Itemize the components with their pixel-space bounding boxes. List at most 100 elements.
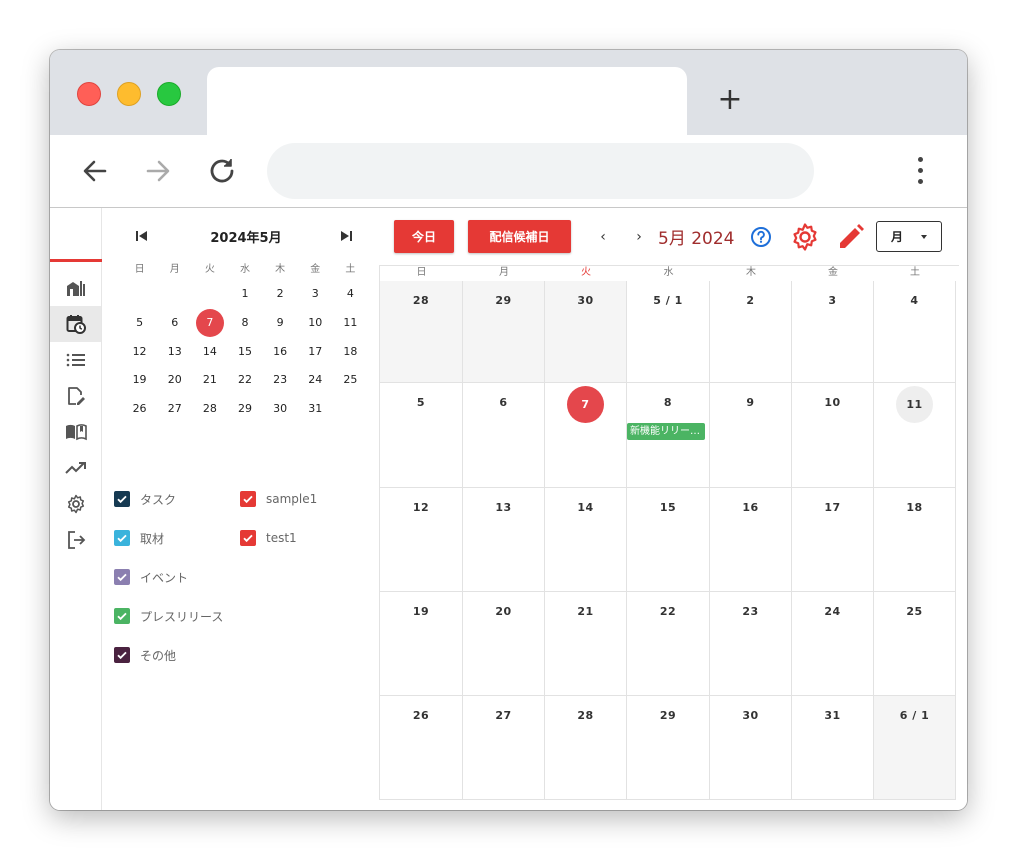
mini-calendar-day[interactable]: 1 — [227, 280, 262, 308]
day-cell[interactable]: 12 — [380, 488, 463, 592]
mini-calendar-day[interactable]: 15 — [227, 338, 262, 366]
day-cell[interactable]: 19 — [380, 592, 463, 696]
day-cell[interactable]: 26 — [380, 696, 463, 800]
day-cell[interactable]: 29 — [627, 696, 710, 800]
day-cell[interactable]: 5 — [380, 383, 463, 488]
view-select[interactable]: 月 — [876, 221, 942, 252]
next-month-button[interactable]: › — [630, 228, 648, 246]
mini-calendar-day[interactable]: 30 — [263, 395, 298, 423]
day-cell[interactable]: 17 — [792, 488, 874, 592]
new-tab-button[interactable]: + — [716, 85, 744, 115]
close-window-button[interactable] — [77, 82, 101, 106]
prev-month-button[interactable]: ‹ — [594, 228, 612, 246]
edit-button[interactable] — [836, 222, 866, 252]
mini-calendar-day[interactable]: 25 — [333, 366, 368, 394]
filter-checkbox[interactable] — [240, 530, 256, 546]
mini-calendar-day[interactable]: 3 — [298, 280, 333, 308]
day-cell[interactable]: 16 — [710, 488, 792, 592]
mini-calendar-day[interactable]: 4 — [333, 280, 368, 308]
mini-calendar-day[interactable]: 19 — [122, 366, 157, 394]
mini-calendar-day[interactable]: 10 — [298, 309, 333, 337]
mini-calendar-day[interactable]: 18 — [333, 338, 368, 366]
day-cell[interactable]: 28 — [545, 696, 627, 800]
reload-button[interactable] — [205, 153, 241, 189]
mini-calendar-next-button[interactable] — [336, 227, 356, 245]
filter-checkbox[interactable] — [240, 491, 256, 507]
mini-calendar-day[interactable]: 5 — [122, 309, 157, 337]
mini-calendar-day[interactable]: 12 — [122, 338, 157, 366]
help-button[interactable] — [750, 226, 772, 248]
back-button[interactable] — [77, 153, 113, 189]
mini-calendar-prev-button[interactable] — [132, 227, 152, 245]
day-cell[interactable]: 7 — [545, 383, 627, 488]
day-cell[interactable]: 25 — [874, 592, 956, 696]
day-cell[interactable]: 30 — [710, 696, 792, 800]
filter-checkbox[interactable] — [114, 530, 130, 546]
mini-calendar-day[interactable]: 27 — [157, 395, 192, 423]
day-cell[interactable]: 22 — [627, 592, 710, 696]
mini-calendar-day[interactable]: 13 — [157, 338, 192, 366]
mini-calendar-day[interactable]: 23 — [263, 366, 298, 394]
filter-item[interactable]: その他 — [114, 645, 176, 665]
day-cell[interactable]: 6 — [463, 383, 545, 488]
mini-calendar-day[interactable]: 9 — [263, 309, 298, 337]
mini-calendar-day[interactable]: 29 — [227, 395, 262, 423]
mini-calendar-day[interactable]: 20 — [157, 366, 192, 394]
filter-item[interactable]: 取材 — [114, 528, 164, 548]
filter-item[interactable]: タスク — [114, 489, 176, 509]
mini-calendar-day[interactable]: 26 — [122, 395, 157, 423]
filter-checkbox[interactable] — [114, 491, 130, 507]
day-cell[interactable]: 28 — [380, 281, 463, 383]
day-cell[interactable]: 8 新機能リリー… — [627, 383, 710, 488]
day-cell[interactable]: 5 / 1 — [627, 281, 710, 383]
day-cell[interactable]: 2 — [710, 281, 792, 383]
filter-item[interactable]: sample1 — [240, 489, 317, 509]
day-cell[interactable]: 23 — [710, 592, 792, 696]
calendar-settings-button[interactable] — [790, 222, 820, 252]
mini-calendar-day[interactable]: 31 — [298, 395, 333, 423]
filter-item[interactable]: イベント — [114, 567, 188, 587]
sidebar-item-analytics[interactable] — [50, 450, 101, 486]
minimize-window-button[interactable] — [117, 82, 141, 106]
day-cell[interactable]: 29 — [463, 281, 545, 383]
day-cell[interactable]: 20 — [463, 592, 545, 696]
day-cell[interactable]: 10 — [792, 383, 874, 488]
day-cell[interactable]: 18 — [874, 488, 956, 592]
sidebar-item-settings[interactable] — [50, 486, 101, 522]
sidebar-item-guide[interactable] — [50, 414, 101, 450]
day-cell[interactable]: 3 — [792, 281, 874, 383]
today-button[interactable]: 今日 — [394, 220, 454, 253]
day-cell[interactable]: 9 — [710, 383, 792, 488]
day-cell[interactable]: 30 — [545, 281, 627, 383]
mini-calendar-day[interactable]: 8 — [227, 309, 262, 337]
day-cell[interactable]: 11 — [874, 383, 956, 488]
mini-calendar-day[interactable]: 2 — [263, 280, 298, 308]
day-cell[interactable]: 13 — [463, 488, 545, 592]
filter-item[interactable]: test1 — [240, 528, 297, 548]
day-cell[interactable]: 14 — [545, 488, 627, 592]
mini-calendar-day[interactable]: 17 — [298, 338, 333, 366]
delivery-candidate-button[interactable]: 配信候補日 — [468, 220, 571, 253]
sidebar-item-edit-document[interactable] — [50, 378, 101, 414]
day-cell[interactable]: 15 — [627, 488, 710, 592]
mini-calendar-day[interactable]: 7 — [192, 309, 227, 338]
filter-checkbox[interactable] — [114, 647, 130, 663]
forward-button[interactable] — [140, 153, 176, 189]
sidebar-item-list[interactable] — [50, 342, 101, 378]
day-cell[interactable]: 6 / 1 — [874, 696, 956, 800]
day-cell[interactable]: 24 — [792, 592, 874, 696]
mini-calendar-day[interactable]: 21 — [192, 366, 227, 394]
day-cell[interactable]: 31 — [792, 696, 874, 800]
mini-calendar-day[interactable]: 14 — [192, 338, 227, 366]
sidebar-item-calendar[interactable] — [50, 306, 101, 342]
calendar-event[interactable]: 新機能リリー… — [627, 423, 705, 440]
day-cell[interactable]: 4 — [874, 281, 956, 383]
sidebar-item-logout[interactable] — [50, 522, 101, 558]
day-cell[interactable]: 27 — [463, 696, 545, 800]
mini-calendar-day[interactable]: 16 — [263, 338, 298, 366]
sidebar-item-dashboard[interactable] — [50, 270, 101, 306]
filter-checkbox[interactable] — [114, 608, 130, 624]
maximize-window-button[interactable] — [157, 82, 181, 106]
day-cell[interactable]: 21 — [545, 592, 627, 696]
mini-calendar-day[interactable]: 11 — [333, 309, 368, 337]
